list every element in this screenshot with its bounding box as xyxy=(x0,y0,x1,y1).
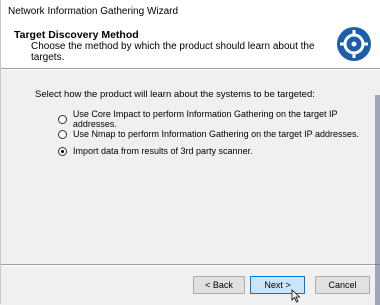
title-bar[interactable]: Network Information Gathering Wizard xyxy=(1,0,380,24)
option-core-impact[interactable]: Use Core Impact to perform Information G… xyxy=(58,109,380,129)
option-label: Import data from results of 3rd party sc… xyxy=(73,146,253,156)
option-nmap[interactable]: Use Nmap to perform Information Gatherin… xyxy=(58,128,359,140)
back-button[interactable]: < Back xyxy=(193,276,245,294)
footer-divider-highlight xyxy=(1,265,380,266)
wizard-content: Select how the product will learn about … xyxy=(1,70,380,264)
radio-import-scanner[interactable] xyxy=(58,146,67,156)
background-window-edge xyxy=(375,95,380,305)
crosshair-target-icon xyxy=(337,27,371,61)
radio-core-impact[interactable] xyxy=(58,114,67,124)
wizard-header: Target Discovery Method Choose the metho… xyxy=(1,24,380,68)
option-label: Use Nmap to perform Information Gatherin… xyxy=(73,129,359,139)
page-description: Choose the method by which the product s… xyxy=(31,41,315,63)
cancel-button[interactable]: Cancel xyxy=(315,276,370,294)
option-import-scanner[interactable]: Import data from results of 3rd party sc… xyxy=(58,145,253,157)
mouse-pointer-icon xyxy=(291,289,301,303)
window-title: Network Information Gathering Wizard xyxy=(8,6,179,17)
page-title: Target Discovery Method xyxy=(14,29,139,41)
instruction-text: Select how the product will learn about … xyxy=(35,89,315,100)
radio-nmap[interactable] xyxy=(58,129,67,139)
option-label: Use Core Impact to perform Information G… xyxy=(72,109,338,129)
